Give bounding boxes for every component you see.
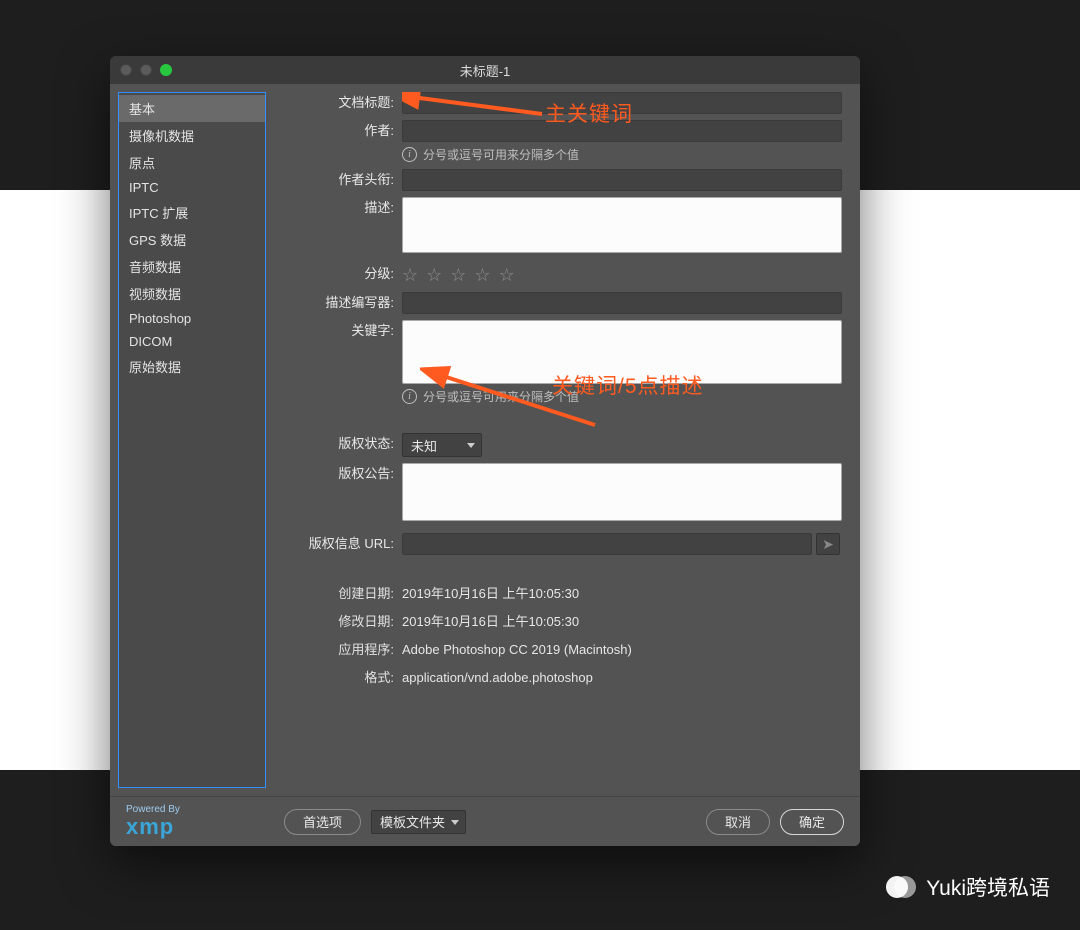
modified-value: 2019年10月16日 上午10:05:30 <box>402 611 579 633</box>
author-title-input[interactable] <box>402 169 842 191</box>
rating-label: 分级: <box>266 263 402 285</box>
author-input[interactable] <box>402 120 842 142</box>
arrow-right-icon: ➤ <box>822 536 834 553</box>
format-label: 格式: <box>266 667 402 689</box>
ok-button[interactable]: 确定 <box>780 809 844 835</box>
sidebar-item-iptc-ext[interactable]: IPTC 扩展 <box>119 199 265 226</box>
keywords-label: 关键字: <box>266 320 402 342</box>
powered-by-xmp: Powered By xmp <box>126 804 274 839</box>
rating-stars[interactable]: ☆ ☆ ☆ ☆ ☆ <box>402 263 842 286</box>
copyright-notice-textarea[interactable] <box>402 463 842 521</box>
doc-title-input[interactable] <box>402 92 842 114</box>
copyright-notice-label: 版权公告: <box>266 463 402 485</box>
description-textarea[interactable] <box>402 197 842 253</box>
dialog-footer: Powered By xmp 首选项 模板文件夹 取消 确定 <box>110 796 860 846</box>
sidebar-item-iptc[interactable]: IPTC <box>119 176 265 199</box>
app-label: 应用程序: <box>266 639 402 661</box>
keywords-multi-hint: i 分号或逗号可用来分隔多个值 <box>402 388 842 405</box>
created-label: 创建日期: <box>266 583 402 605</box>
star-icon[interactable]: ☆ <box>450 264 466 286</box>
sidebar-item-audio[interactable]: 音频数据 <box>119 253 265 280</box>
cancel-button[interactable]: 取消 <box>706 809 770 835</box>
wechat-icon <box>886 872 916 902</box>
window-title: 未标题-1 <box>110 61 860 80</box>
goto-url-button[interactable]: ➤ <box>816 533 840 555</box>
author-multi-hint: i 分号或逗号可用来分隔多个值 <box>402 146 842 163</box>
author-label: 作者: <box>266 120 402 142</box>
form-panel: 文档标题: 作者: i 分号或逗号可用来分隔多个值 作者头衔: 描述: 分级: <box>266 84 860 796</box>
keywords-textarea[interactable] <box>402 320 842 384</box>
format-value: application/vnd.adobe.photoshop <box>402 667 593 689</box>
sidebar-item-origin[interactable]: 原点 <box>119 149 265 176</box>
preferences-button[interactable]: 首选项 <box>284 809 361 835</box>
info-icon: i <box>402 147 417 162</box>
titlebar: 未标题-1 <box>110 56 860 84</box>
sidebar-item-basic[interactable]: 基本 <box>119 95 265 122</box>
sidebar-item-gps[interactable]: GPS 数据 <box>119 226 265 253</box>
desc-writer-input[interactable] <box>402 292 842 314</box>
copyright-url-label: 版权信息 URL: <box>266 533 402 555</box>
category-sidebar: 基本 摄像机数据 原点 IPTC IPTC 扩展 GPS 数据 音频数据 视频数… <box>118 92 266 788</box>
info-icon: i <box>402 389 417 404</box>
app-value: Adobe Photoshop CC 2019 (Macintosh) <box>402 639 632 661</box>
copyright-status-label: 版权状态: <box>266 433 402 455</box>
sidebar-item-photoshop[interactable]: Photoshop <box>119 307 265 330</box>
created-value: 2019年10月16日 上午10:05:30 <box>402 583 579 605</box>
desc-writer-label: 描述编写器: <box>266 292 402 314</box>
author-title-label: 作者头衔: <box>266 169 402 191</box>
file-info-dialog: 未标题-1 基本 摄像机数据 原点 IPTC IPTC 扩展 GPS 数据 音频… <box>110 56 860 846</box>
sidebar-item-dicom[interactable]: DICOM <box>119 330 265 353</box>
description-label: 描述: <box>266 197 402 219</box>
star-icon[interactable]: ☆ <box>499 264 515 286</box>
modified-label: 修改日期: <box>266 611 402 633</box>
sidebar-item-camera[interactable]: 摄像机数据 <box>119 122 265 149</box>
doc-title-label: 文档标题: <box>266 92 402 114</box>
copyright-url-input[interactable] <box>402 533 812 555</box>
star-icon[interactable]: ☆ <box>426 264 442 286</box>
sidebar-item-raw[interactable]: 原始数据 <box>119 353 265 380</box>
sidebar-item-video[interactable]: 视频数据 <box>119 280 265 307</box>
copyright-status-select[interactable]: 未知 <box>402 433 482 457</box>
watermark: Yuki跨境私语 <box>886 872 1050 902</box>
star-icon[interactable]: ☆ <box>402 264 418 286</box>
star-icon[interactable]: ☆ <box>474 264 490 286</box>
templates-select[interactable]: 模板文件夹 <box>371 810 466 834</box>
